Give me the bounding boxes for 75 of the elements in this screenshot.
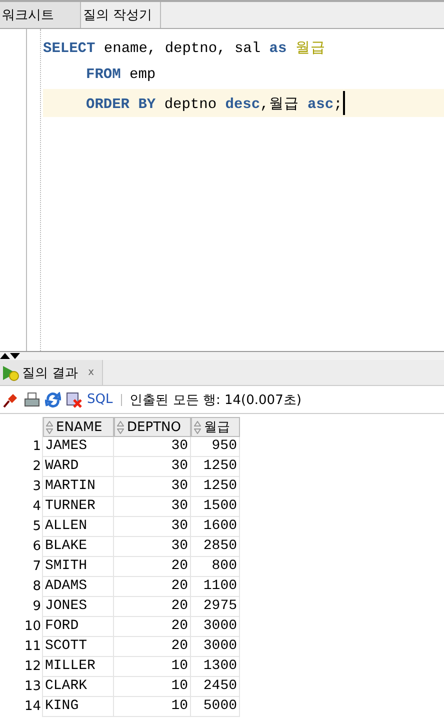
column-header[interactable]: DEPTNO (114, 417, 191, 437)
run-icon (2, 364, 20, 380)
editor-tab[interactable]: 질의 작성기 (81, 2, 162, 28)
table-cell: 1300 (191, 657, 240, 677)
column-header[interactable]: 월급 (191, 417, 240, 437)
print-icon[interactable] (24, 392, 40, 408)
row-number: 4 (0, 497, 43, 517)
table-cell: 30 (114, 537, 191, 557)
table-cell: TURNER (43, 497, 114, 517)
code-line: FROM emp (86, 67, 156, 83)
table-cell: ALLEN (43, 517, 114, 537)
table-cell: 1500 (191, 497, 240, 517)
table-cell: SCOTT (43, 637, 114, 657)
status-text: 인출된 모든 행: 14(0.007초) (130, 392, 302, 408)
table-cell: 20 (114, 597, 191, 617)
row-number: 12 (0, 657, 43, 677)
table-cell: 20 (114, 617, 191, 637)
sql-link[interactable]: SQL (87, 392, 113, 407)
table-cell: 30 (114, 457, 191, 477)
row-number: 7 (0, 557, 43, 577)
close-button[interactable]: x (88, 367, 94, 378)
table-cell: 10 (114, 657, 191, 677)
row-number: 6 (0, 537, 43, 557)
table-cell: 10 (114, 697, 191, 717)
row-number: 5 (0, 517, 43, 537)
table-cell: JONES (43, 597, 114, 617)
code-line: SELECT ename, deptno, sal as 월급 (43, 40, 326, 56)
table-cell: 800 (191, 557, 240, 577)
table-cell: 1250 (191, 457, 240, 477)
table-cell: 30 (114, 517, 191, 537)
table-cell: 30 (114, 437, 191, 457)
splitter-arrows-icon[interactable] (0, 353, 20, 359)
clear-icon[interactable] (66, 392, 82, 408)
table-cell: MILLER (43, 657, 114, 677)
row-number: 8 (0, 577, 43, 597)
result-tab[interactable]: 질의 결과 x (0, 360, 104, 385)
table-cell: 30 (114, 477, 191, 497)
row-number: 10 (0, 617, 43, 637)
table-cell: 1250 (191, 477, 240, 497)
row-number: 13 (0, 677, 43, 697)
table-cell: 10 (114, 677, 191, 697)
table-cell: 2975 (191, 597, 240, 617)
table-cell: FORD (43, 617, 114, 637)
table-cell: 5000 (191, 697, 240, 717)
row-number: 11 (0, 637, 43, 657)
table-cell: BLAKE (43, 537, 114, 557)
table-cell: 30 (114, 497, 191, 517)
table-cell: JAMES (43, 437, 114, 457)
table-cell: 20 (114, 637, 191, 657)
table-cell: 20 (114, 577, 191, 597)
row-number: 9 (0, 597, 43, 617)
table-cell: 1100 (191, 577, 240, 597)
table-cell: 20 (114, 557, 191, 577)
table-cell: WARD (43, 457, 114, 477)
table-cell: ADAMS (43, 577, 114, 597)
row-number: 1 (0, 437, 43, 457)
table-cell: 3000 (191, 617, 240, 637)
table-cell: 1600 (191, 517, 240, 537)
table-cell: KING (43, 697, 114, 717)
table-cell: 950 (191, 437, 240, 457)
refresh-icon[interactable] (45, 392, 61, 408)
column-header[interactable]: ENAME (43, 417, 114, 437)
table-cell: CLARK (43, 677, 114, 697)
row-number: 2 (0, 457, 43, 477)
table-cell: 3000 (191, 637, 240, 657)
code-line: ORDER BY deptno desc,월급 asc; (86, 96, 342, 112)
table-cell: SMITH (43, 557, 114, 577)
row-number: 3 (0, 477, 43, 497)
text-cursor (343, 91, 346, 115)
table-cell: 2450 (191, 677, 240, 697)
row-number: 14 (0, 697, 43, 717)
pin-icon[interactable] (3, 392, 19, 408)
table-cell: 2850 (191, 537, 240, 557)
editor-tab[interactable]: 워크시트 (0, 2, 81, 28)
table-cell: MARTIN (43, 477, 114, 497)
